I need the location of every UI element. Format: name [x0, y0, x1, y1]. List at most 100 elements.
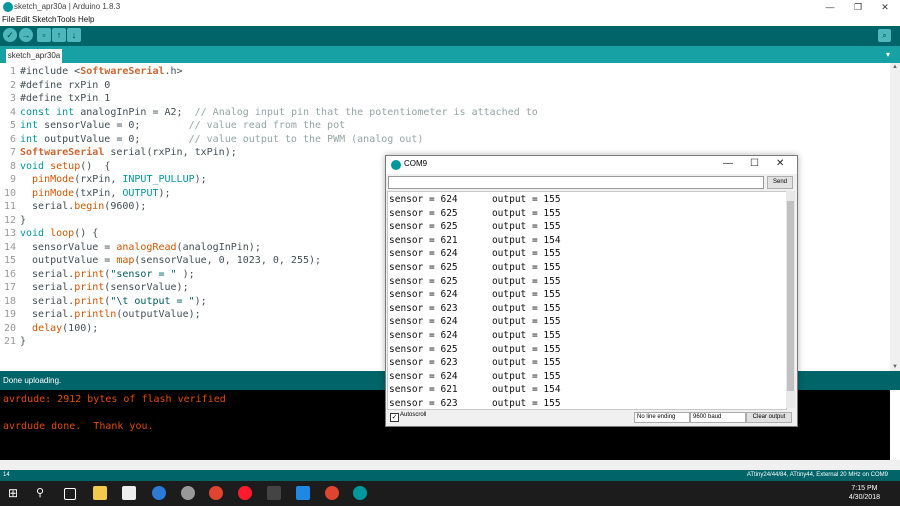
- chrome-icon[interactable]: [209, 486, 223, 500]
- serial-output-line: sensor = 624 output = 155: [389, 194, 561, 205]
- console-line: avrdude: 2912 bytes of flash verified: [3, 394, 226, 405]
- save-button[interactable]: ↓: [67, 28, 81, 42]
- arduino-taskbar-icon[interactable]: [353, 486, 367, 500]
- code-line[interactable]: void setup() {: [20, 160, 110, 174]
- line-number: 17: [3, 282, 16, 293]
- file-explorer-icon[interactable]: [93, 486, 107, 500]
- line-number: 13: [3, 228, 16, 239]
- line-number: 9: [9, 174, 16, 185]
- menu-file[interactable]: File: [2, 14, 15, 26]
- app-icon[interactable]: [267, 486, 281, 500]
- store-icon[interactable]: [122, 486, 136, 500]
- windows-start-icon[interactable]: ⊞: [8, 486, 22, 500]
- arduino-app-icon: [3, 2, 13, 12]
- line-number: 5: [9, 120, 16, 131]
- app-icon[interactable]: [181, 486, 195, 500]
- taskbar: ⊞ ⚲ 7:15 PM 4/30/2018: [0, 481, 900, 506]
- code-line[interactable]: delay(100);: [20, 322, 98, 336]
- line-number: 12: [3, 214, 16, 226]
- serial-title: COM9: [404, 159, 428, 168]
- window-title: sketch_apr30a | Arduino 1.8.3: [14, 2, 121, 11]
- code-line[interactable]: serial.println(outputValue);: [20, 308, 201, 322]
- console-scrollbar[interactable]: [0, 460, 900, 470]
- line-number: 7: [9, 147, 16, 158]
- arduino-app-icon: [391, 160, 401, 170]
- line-number: 21: [3, 336, 16, 347]
- app-icon[interactable]: [296, 486, 310, 500]
- serial-output[interactable]: sensor = 624 output = 155 sensor = 625 ou…: [387, 191, 787, 410]
- opera-icon[interactable]: [238, 486, 252, 500]
- window-title-bar: sketch_apr30a | Arduino 1.8.3 — ❐ ✕: [0, 0, 900, 14]
- serial-output-line: sensor = 624 output = 155: [389, 248, 561, 260]
- maximize-button[interactable]: ❐: [843, 0, 873, 14]
- serial-output-line: sensor = 625 output = 155: [389, 262, 561, 273]
- code-line[interactable]: }: [20, 335, 26, 349]
- line-ending-select[interactable]: No line ending: [634, 412, 690, 423]
- code-line[interactable]: serial.begin(9600);: [20, 200, 146, 214]
- code-line[interactable]: #define txPin 1: [20, 92, 110, 106]
- tab-sketch[interactable]: sketch_apr30a: [6, 49, 62, 63]
- code-line[interactable]: int sensorValue = 0; // value read from …: [20, 119, 345, 133]
- open-button[interactable]: ↑: [52, 28, 66, 42]
- code-line[interactable]: void loop() {: [20, 227, 98, 241]
- serial-scrollbar[interactable]: [786, 191, 795, 408]
- code-line[interactable]: }: [20, 214, 26, 228]
- autoscroll-checkbox[interactable]: ✓: [390, 413, 399, 422]
- send-button[interactable]: Send: [767, 176, 793, 189]
- code-line[interactable]: serial.print(sensorValue);: [20, 281, 189, 295]
- menu-help[interactable]: Help: [78, 14, 94, 26]
- search-icon[interactable]: ⚲: [36, 486, 50, 500]
- code-line[interactable]: serial.print("\t output = ");: [20, 295, 207, 309]
- code-line[interactable]: int outputValue = 0; // value output to …: [20, 133, 423, 147]
- code-line[interactable]: #include <SoftwareSerial.h>: [20, 65, 183, 79]
- serial-monitor-window[interactable]: COM9 — ☐ ✕ Send sensor = 624 output = 15…: [385, 155, 798, 427]
- serial-close-button[interactable]: ✕: [776, 158, 784, 169]
- line-indicator: 14: [3, 472, 10, 478]
- line-number: 2: [9, 79, 16, 91]
- scroll-thumb[interactable]: [787, 201, 794, 391]
- serial-send-input[interactable]: [388, 176, 764, 189]
- serial-output-line: sensor = 625 output = 155: [389, 221, 561, 233]
- task-view-icon[interactable]: [64, 488, 76, 500]
- close-button[interactable]: ✕: [870, 0, 900, 14]
- serial-monitor-button[interactable]: ⌕: [878, 29, 891, 42]
- clock-date: 4/30/2018: [848, 494, 880, 501]
- clear-output-button[interactable]: Clear output: [746, 412, 792, 423]
- clock[interactable]: 7:15 PM 4/30/2018: [849, 484, 880, 502]
- serial-output-line: sensor = 625 output = 155: [389, 207, 561, 219]
- autoscroll-label: Autoscroll: [400, 412, 427, 418]
- code-line[interactable]: pinMode(rxPin, INPUT_PULLUP);: [20, 173, 207, 187]
- code-line[interactable]: outputValue = map(sensorValue, 0, 1023, …: [20, 254, 321, 268]
- chrome-icon[interactable]: [325, 486, 339, 500]
- code-line[interactable]: const int analogInPin = A2; // Analog in…: [20, 106, 538, 120]
- serial-output-line: sensor = 623 output = 155: [389, 398, 561, 409]
- code-line[interactable]: #define rxPin 0: [20, 79, 110, 93]
- minimize-button[interactable]: —: [815, 0, 845, 14]
- serial-output-line: sensor = 621 output = 154: [389, 384, 561, 396]
- verify-button[interactable]: ✓: [3, 28, 17, 42]
- app-icon[interactable]: [152, 486, 166, 500]
- serial-output-line: sensor = 623 output = 155: [389, 357, 561, 369]
- scroll-down-icon[interactable]: ▼: [892, 364, 898, 370]
- serial-minimize-button[interactable]: —: [723, 158, 733, 169]
- new-button[interactable]: ▫: [37, 28, 51, 42]
- scroll-up-icon[interactable]: ▲: [892, 64, 898, 70]
- serial-output-line: sensor = 624 output = 155: [389, 289, 561, 301]
- menu-sketch[interactable]: Sketch: [32, 14, 56, 26]
- status-message: Done uploading.: [3, 376, 62, 385]
- tab-menu-icon[interactable]: ▾: [886, 50, 890, 59]
- serial-output-line: sensor = 624 output = 155: [389, 330, 561, 341]
- upload-button[interactable]: →: [19, 28, 33, 42]
- code-line[interactable]: sensorValue = analogRead(analogInPin);: [20, 241, 261, 255]
- code-line[interactable]: pinMode(txPin, OUTPUT);: [20, 187, 171, 201]
- menu-tools[interactable]: Tools: [57, 14, 76, 26]
- line-number: 8: [9, 160, 16, 172]
- menu-edit[interactable]: Edit: [16, 14, 30, 26]
- clock-time: 7:15 PM: [851, 485, 878, 492]
- baud-select[interactable]: 9600 baud: [690, 412, 746, 423]
- editor-scrollbar[interactable]: ▲ ▼: [890, 63, 900, 371]
- code-line[interactable]: serial.print("sensor = " );: [20, 268, 195, 282]
- serial-maximize-button[interactable]: ☐: [750, 158, 759, 169]
- code-line[interactable]: SoftwareSerial serial(rxPin, txPin);: [20, 146, 237, 160]
- line-number: 16: [3, 268, 16, 280]
